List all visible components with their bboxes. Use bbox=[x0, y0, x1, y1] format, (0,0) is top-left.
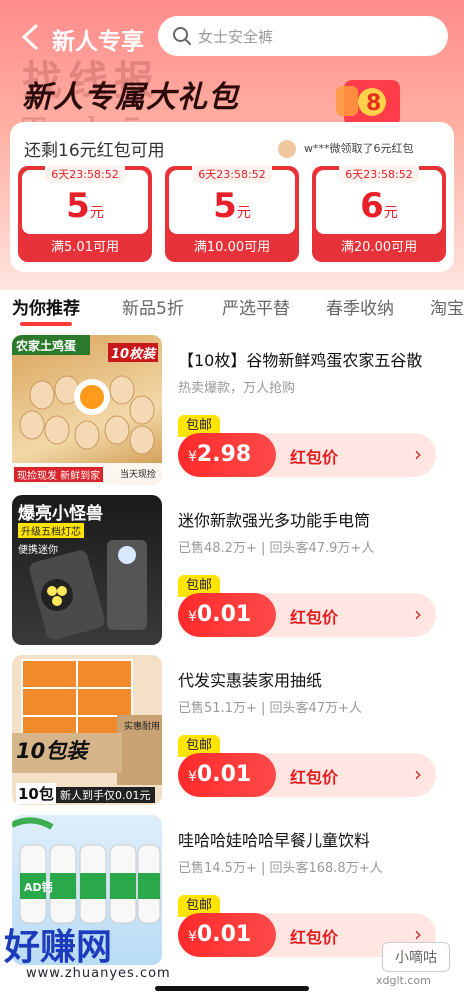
coupon-condition: 满10.00可用 bbox=[193, 240, 271, 255]
price: ¥0.01 bbox=[178, 753, 276, 797]
price-label: 红包价 bbox=[290, 448, 339, 467]
product-image: 农家土鸡蛋 10枚装 现捡现发 新鲜到家 当天现捡 bbox=[12, 335, 162, 485]
thumb-title: 农家土鸡蛋 bbox=[16, 339, 77, 353]
category-tabs: 为你推荐 新品5折 严选平替 春季收纳 淘宝 bbox=[0, 290, 464, 328]
search-placeholder: 女士安全裤 bbox=[198, 28, 274, 46]
remaining-text: 还剩16元红包可用 bbox=[24, 141, 165, 161]
tab-select[interactable]: 严选平替 bbox=[222, 294, 290, 319]
chevron-right-icon: › bbox=[414, 762, 422, 786]
watermark-right-url: xdglt.com bbox=[376, 974, 431, 987]
thumb-footer: 现捡现发 新鲜到家 bbox=[14, 467, 104, 482]
svg-text:8: 8 bbox=[366, 91, 381, 116]
coupon-timer: 6天23:58:52 bbox=[339, 166, 419, 183]
thumb-tag: 升级五档灯芯 bbox=[18, 523, 84, 538]
tab-spring[interactable]: 春季收纳 bbox=[326, 294, 394, 319]
product-name: 【10枚】谷物新鲜鸡蛋农家五谷散 bbox=[178, 351, 423, 370]
thumb-footer: 新人到手仅0.01元 bbox=[56, 787, 155, 803]
coupon-panel: 还剩16元红包可用 w***微领取了6元红包 5元 6天23:58:52 满5.… bbox=[10, 122, 454, 272]
thumb-tag: 实惠耐用 bbox=[124, 722, 161, 732]
price-label: 红包价 bbox=[290, 768, 339, 787]
drink-bottles-image bbox=[12, 817, 161, 924]
thumb-footer: 便携迷你 bbox=[18, 545, 58, 556]
product-subtitle: 热卖爆款，万人抢购 bbox=[178, 381, 296, 396]
home-indicator[interactable] bbox=[155, 986, 309, 991]
search-input[interactable]: 女士安全裤 bbox=[158, 16, 448, 56]
product-image: 爆亮小怪兽 升级五档灯芯 便携迷你 bbox=[12, 495, 162, 645]
product-image: 10包装 实惠耐用 新人到手仅0.01元 10包 bbox=[12, 655, 162, 805]
product-name: 哇哈哈娃哈哈早餐儿童饮料 bbox=[178, 831, 371, 850]
thumb-tag: 10枚装 bbox=[108, 343, 159, 362]
price-button[interactable]: ¥0.01 红包价 › bbox=[178, 753, 436, 797]
list-item[interactable]: 爆亮小怪兽 升级五档灯芯 便携迷你 迷你新款强光多功能手电筒 已售48.2万+ … bbox=[0, 495, 464, 655]
tab-taobao[interactable]: 淘宝 bbox=[430, 294, 464, 319]
ticker-text: w***微领取了6元红包 bbox=[304, 142, 414, 155]
product-subtitle: 已售14.5万+ | 回头客168.8万+人 bbox=[178, 861, 383, 876]
thumb-title: AD钙 bbox=[24, 881, 53, 894]
watermark-brand: 好赚网 bbox=[4, 927, 113, 968]
price-button[interactable]: ¥2.98 红包价 › bbox=[178, 433, 436, 477]
avatar bbox=[276, 138, 298, 160]
thumb-title: 爆亮小怪兽 bbox=[18, 504, 103, 524]
chevron-right-icon: › bbox=[414, 442, 422, 466]
thumb-footer-2: 当天现捡 bbox=[120, 470, 157, 480]
price-button[interactable]: ¥0.01 红包价 › bbox=[178, 593, 436, 637]
coupon-amount: 5元 bbox=[66, 186, 104, 226]
price-label: 红包价 bbox=[290, 608, 339, 627]
chevron-right-icon: › bbox=[414, 602, 422, 626]
tab-recommend[interactable]: 为你推荐 bbox=[12, 294, 80, 326]
price-label: 红包价 bbox=[290, 928, 339, 947]
coupon-timer: 6天23:58:52 bbox=[192, 166, 272, 183]
coupon-amount: 5元 bbox=[213, 186, 251, 226]
coupon-condition: 满20.00可用 bbox=[340, 240, 418, 255]
product-subtitle: 已售48.2万+ | 回头客47.9万+人 bbox=[178, 541, 375, 556]
search-icon bbox=[173, 27, 191, 45]
coupon-amount: 6元 bbox=[360, 186, 398, 226]
price: ¥2.98 bbox=[178, 433, 276, 477]
list-item[interactable]: 10包装 实惠耐用 新人到手仅0.01元 10包 代发实惠装家用抽纸 已售51.… bbox=[0, 655, 464, 815]
product-subtitle: 已售51.1万+ | 回头客47万+人 bbox=[178, 701, 362, 716]
coupon-card[interactable]: 6元 6天23:58:52 满20.00可用 bbox=[312, 166, 446, 262]
watermark-right: 小嘀咕 bbox=[382, 942, 450, 972]
coupon-card[interactable]: 5元 6天23:58:52 满5.01可用 bbox=[18, 166, 152, 262]
coupon-timer: 6天23:58:52 bbox=[45, 166, 125, 183]
price: ¥0.01 bbox=[178, 913, 276, 957]
coupon-condition: 满5.01可用 bbox=[51, 240, 119, 255]
thumb-footer-2: 10包 bbox=[16, 783, 56, 804]
list-item[interactable]: 农家土鸡蛋 10枚装 现捡现发 新鲜到家 当天现捡 【10枚】谷物新鲜鸡蛋农家五… bbox=[0, 335, 464, 495]
product-name: 代发实惠装家用抽纸 bbox=[178, 671, 323, 690]
product-name: 迷你新款强光多功能手电筒 bbox=[178, 511, 371, 530]
watermark-url-bottom: www.zhuanyes.com bbox=[26, 966, 171, 981]
claim-ticker: w***微领取了6元红包 bbox=[276, 136, 414, 162]
coupon-card[interactable]: 5元 6天23:58:52 满10.00可用 bbox=[165, 166, 299, 262]
thumb-title: 10包装 bbox=[16, 739, 88, 763]
hero-title: 新人专属大礼包 bbox=[22, 80, 239, 115]
tab-new[interactable]: 新品5折 bbox=[122, 294, 184, 319]
price: ¥0.01 bbox=[178, 593, 276, 637]
